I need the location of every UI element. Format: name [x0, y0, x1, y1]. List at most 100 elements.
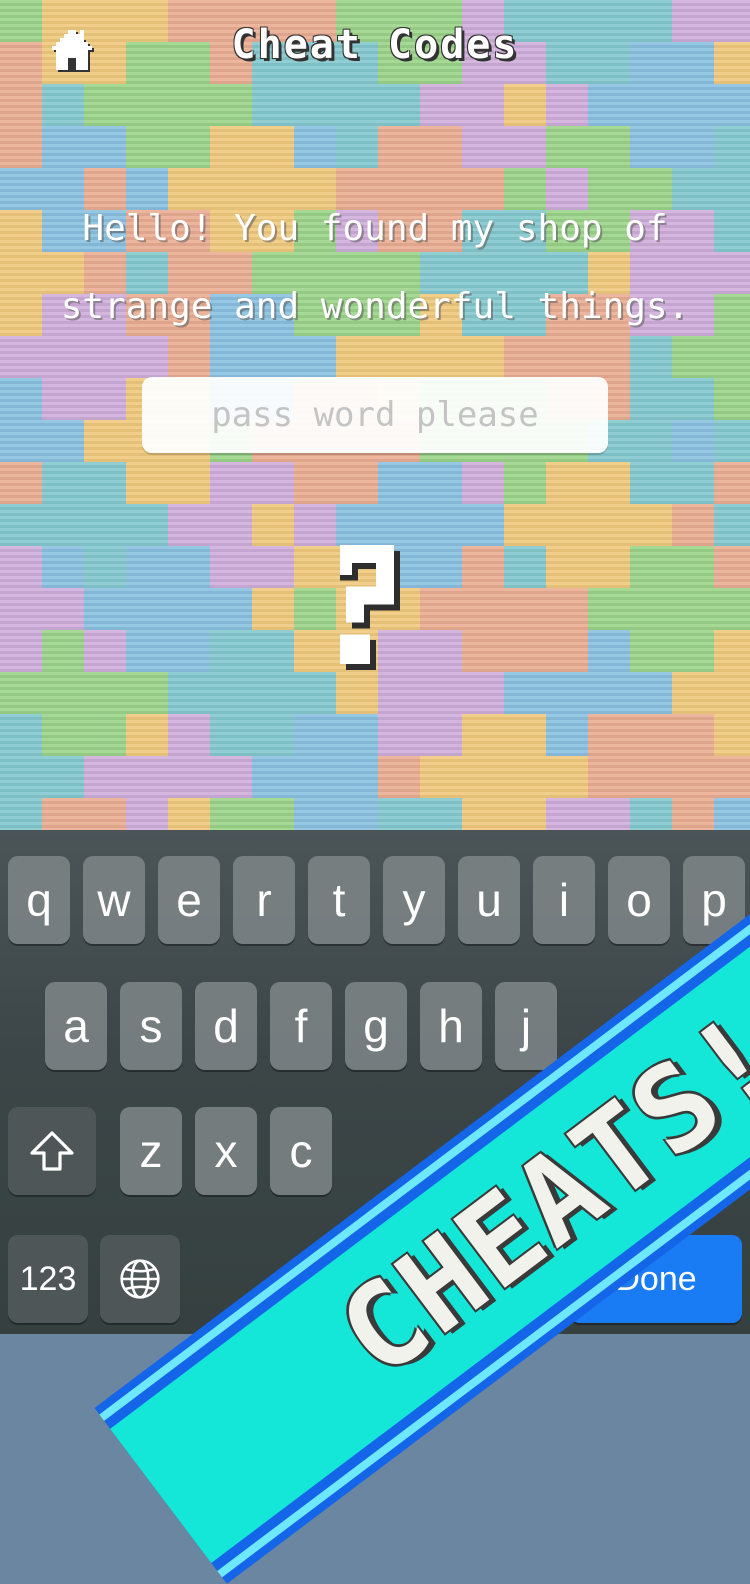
key-i[interactable]: i [533, 856, 595, 944]
mosaic-tile [420, 630, 462, 672]
mosaic-tile [588, 462, 630, 504]
home-button[interactable] [50, 28, 98, 76]
mosaic-tile [504, 756, 546, 798]
mosaic-tile [672, 504, 714, 546]
mosaic-tile [504, 588, 546, 630]
mosaic-tile [588, 672, 630, 714]
key-a[interactable]: a [45, 982, 107, 1070]
mosaic-tile [210, 672, 252, 714]
key-s[interactable]: s [120, 982, 182, 1070]
key-h[interactable]: h [420, 982, 482, 1070]
key-r[interactable]: r [233, 856, 295, 944]
mosaic-tile [84, 756, 126, 798]
mosaic-tile [0, 378, 42, 420]
mosaic-tile [504, 84, 546, 126]
key-e[interactable]: e [158, 856, 220, 944]
key-x[interactable]: x [195, 1107, 257, 1195]
mosaic-tile [630, 672, 672, 714]
mosaic-tile [462, 630, 504, 672]
mosaic-tile [378, 126, 420, 168]
mosaic-tile [294, 672, 336, 714]
mosaic-tile [462, 546, 504, 588]
mosaic-tile [630, 588, 672, 630]
mosaic-tile [546, 84, 588, 126]
mosaic-tile [672, 630, 714, 672]
mosaic-tile [0, 42, 42, 84]
mosaic-tile [0, 672, 42, 714]
mosaic-tile [462, 672, 504, 714]
mosaic-tile [630, 798, 672, 830]
mosaic-tile [210, 588, 252, 630]
key-d[interactable]: d [195, 982, 257, 1070]
mosaic-tile [42, 378, 84, 420]
mosaic-tile [336, 714, 378, 756]
key-q[interactable]: q [8, 856, 70, 944]
mosaic-tile [714, 378, 750, 420]
password-field[interactable] [142, 377, 608, 453]
key-g[interactable]: g [345, 982, 407, 1070]
mosaic-tile [336, 672, 378, 714]
key-o[interactable]: o [608, 856, 670, 944]
mosaic-tile [630, 42, 672, 84]
mosaic-tile [672, 420, 714, 462]
mosaic-tile [336, 126, 378, 168]
mosaic-tile [42, 630, 84, 672]
key-u[interactable]: u [458, 856, 520, 944]
mosaic-tile [714, 798, 750, 830]
mosaic-tile [168, 588, 210, 630]
mosaic-tile [84, 798, 126, 830]
mosaic-tile [0, 168, 42, 210]
key-t[interactable]: t [308, 856, 370, 944]
mosaic-tile [42, 462, 84, 504]
mosaic-tile [84, 672, 126, 714]
mosaic-tile [294, 504, 336, 546]
mosaic-tile [588, 588, 630, 630]
mosaic-tile [588, 126, 630, 168]
mosaic-tile [42, 798, 84, 830]
mosaic-tile [294, 546, 336, 588]
mosaic-tile [504, 504, 546, 546]
mosaic-tile [420, 714, 462, 756]
mosaic-tile [672, 546, 714, 588]
key-z[interactable]: z [120, 1107, 182, 1195]
mosaic-tile [336, 462, 378, 504]
page-title: Cheat Codes [231, 22, 519, 68]
mosaic-tile [420, 504, 462, 546]
mosaic-tile [84, 126, 126, 168]
key-j[interactable]: j [495, 982, 557, 1070]
mosaic-tile [0, 630, 42, 672]
mosaic-tile [210, 504, 252, 546]
mosaic-tile [252, 462, 294, 504]
mosaic-tile [630, 756, 672, 798]
mosaic-tile [126, 546, 168, 588]
password-input[interactable] [153, 394, 597, 436]
mosaic-tile [168, 714, 210, 756]
mosaic-tile [168, 84, 210, 126]
mosaic-tile [252, 84, 294, 126]
key-y[interactable]: y [383, 856, 445, 944]
mosaic-tile [84, 588, 126, 630]
globe-key[interactable] [100, 1235, 180, 1323]
mosaic-tile [168, 672, 210, 714]
numbers-key[interactable]: 123 [8, 1235, 88, 1323]
mosaic-tile [378, 798, 420, 830]
mosaic-tile [546, 462, 588, 504]
shift-key[interactable] [8, 1107, 96, 1195]
mosaic-tile [42, 504, 84, 546]
key-w[interactable]: w [83, 856, 145, 944]
mosaic-tile [336, 84, 378, 126]
mosaic-tile [546, 126, 588, 168]
mosaic-tile [252, 756, 294, 798]
mosaic-tile [672, 84, 714, 126]
mystery-button[interactable] [334, 545, 406, 670]
key-c[interactable]: c [270, 1107, 332, 1195]
mosaic-tile [546, 504, 588, 546]
mosaic-tile [546, 672, 588, 714]
mosaic-tile [252, 546, 294, 588]
mosaic-tile [0, 798, 42, 830]
mosaic-tile [210, 126, 252, 168]
mosaic-tile [294, 588, 336, 630]
mosaic-tile [0, 84, 42, 126]
mosaic-tile [84, 420, 126, 462]
key-f[interactable]: f [270, 982, 332, 1070]
